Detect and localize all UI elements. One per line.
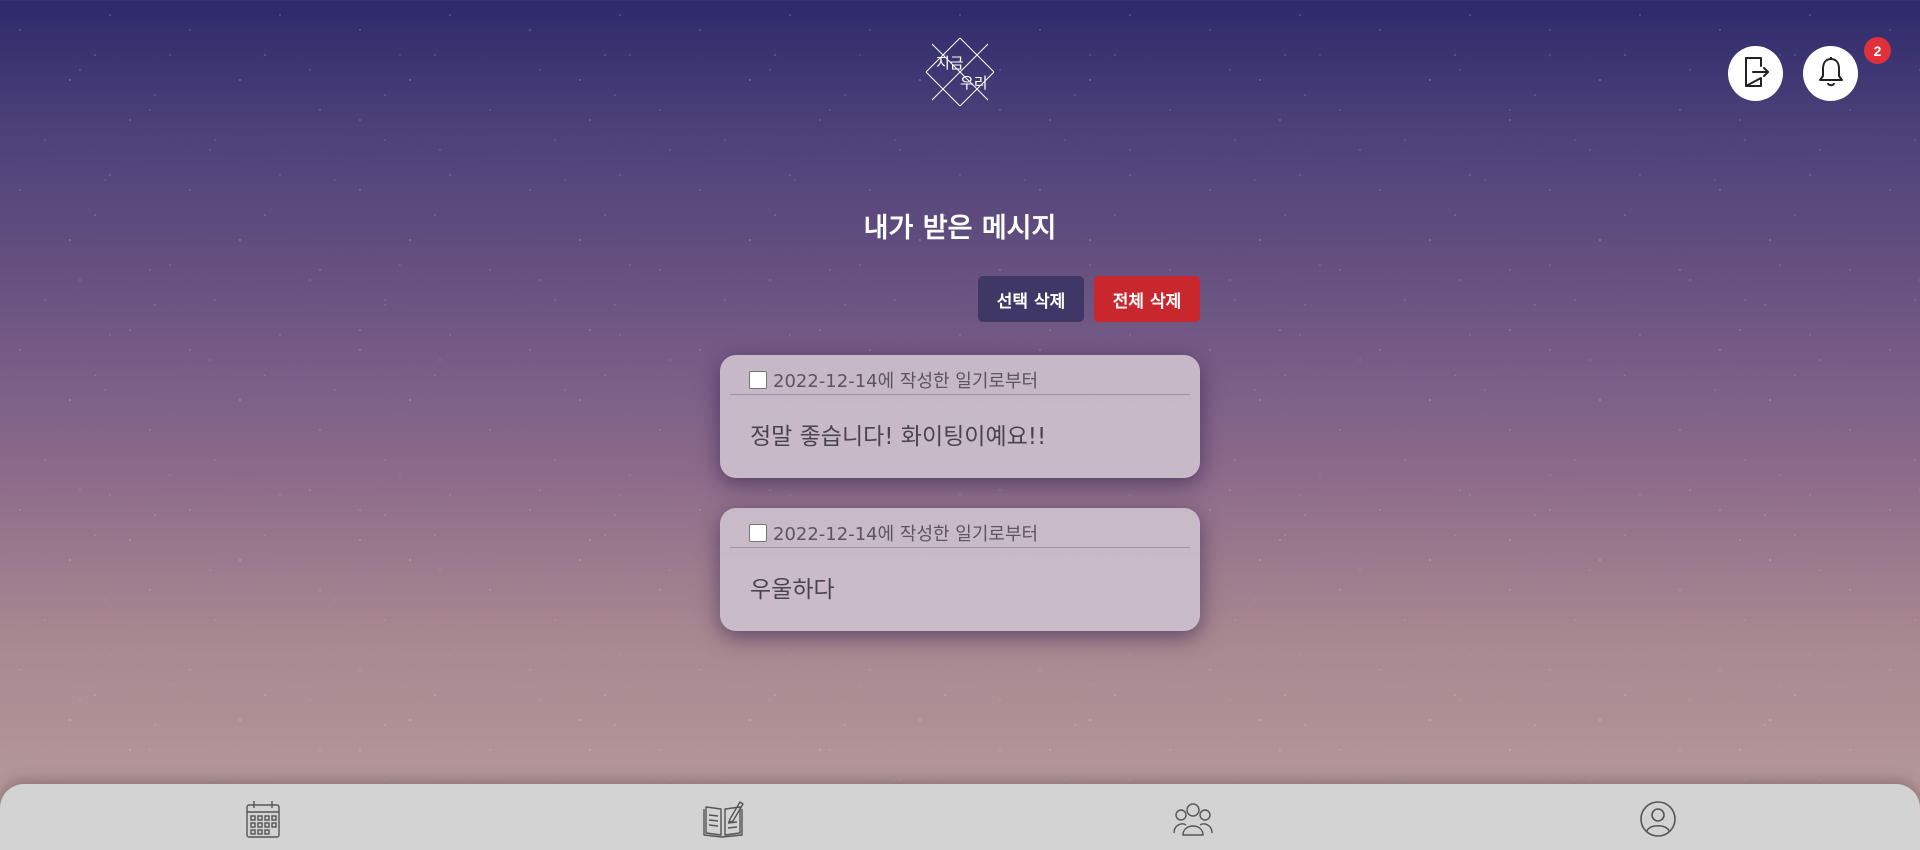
- bell-icon: [1816, 56, 1846, 92]
- nav-calendar-button[interactable]: [243, 801, 283, 841]
- delete-all-button[interactable]: 전체 삭제: [1094, 276, 1200, 322]
- diary-icon: [702, 799, 744, 843]
- notification-count-badge: 2: [1864, 37, 1891, 64]
- app-logo[interactable]: 지금 우리: [924, 36, 996, 108]
- message-card: 2022-12-14에 작성한 일기로부터 정말 좋습니다! 화이팅이예요!!: [720, 355, 1200, 478]
- message-checkbox[interactable]: [749, 524, 767, 542]
- message-date-label: 2022-12-14에 작성한 일기로부터: [773, 524, 1039, 545]
- message-text: 정말 좋습니다! 화이팅이예요!!: [750, 424, 1047, 450]
- message-card-header: 2022-12-14에 작성한 일기로부터: [730, 366, 1190, 395]
- svg-text:지금: 지금: [936, 54, 964, 72]
- select-delete-button[interactable]: 선택 삭제: [978, 276, 1084, 322]
- page-title: 내가 받은 메시지: [863, 213, 1057, 244]
- nav-diary-button[interactable]: [702, 799, 744, 843]
- friends-icon: [1173, 801, 1213, 841]
- nav-friends-button[interactable]: [1173, 801, 1213, 841]
- calendar-icon: [245, 799, 281, 843]
- logout-button[interactable]: [1728, 46, 1783, 101]
- profile-icon: [1639, 800, 1677, 842]
- message-card: 2022-12-14에 작성한 일기로부터 우울하다: [720, 508, 1200, 631]
- notification-button[interactable]: [1803, 46, 1858, 101]
- message-date-label: 2022-12-14에 작성한 일기로부터: [773, 371, 1039, 392]
- message-text: 우울하다: [750, 577, 835, 603]
- logout-icon: [1741, 55, 1771, 93]
- nav-profile-button[interactable]: [1638, 801, 1678, 841]
- bottom-navigation: [0, 784, 1920, 850]
- message-checkbox[interactable]: [749, 371, 767, 389]
- svg-text:우리: 우리: [960, 74, 988, 92]
- message-card-header: 2022-12-14에 작성한 일기로부터: [730, 519, 1190, 548]
